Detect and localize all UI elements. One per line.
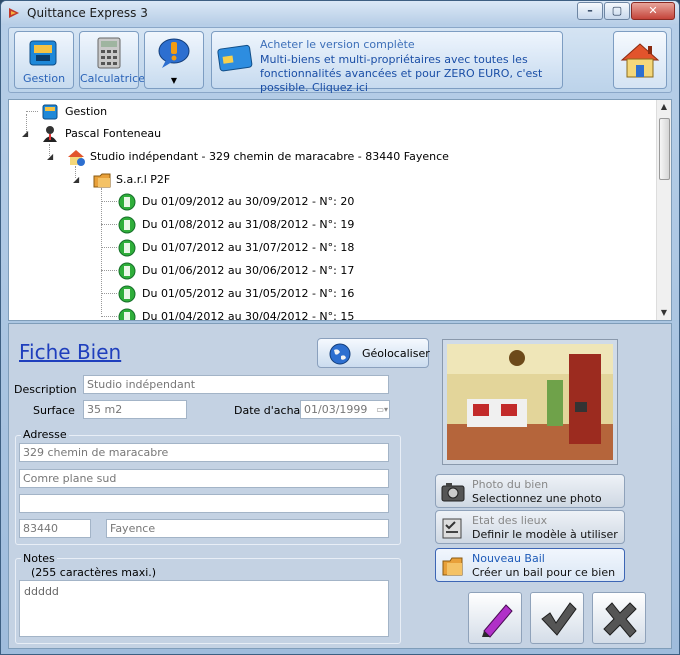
checkmark-icon [541, 602, 577, 636]
maximize-button[interactable]: ▢ [604, 2, 630, 20]
credit-card-icon [217, 44, 253, 72]
tree-label-owner: Pascal Fonteneau [65, 127, 162, 140]
date-value: 01/03/1999 [304, 403, 368, 416]
help-dropdown-button[interactable]: ▼ [144, 31, 204, 89]
tree-scrollbar[interactable]: ▲ ▼ [656, 100, 671, 320]
gestion-node-icon [42, 104, 58, 120]
surface-label: Surface [33, 404, 75, 417]
address-group-title: Adresse [21, 428, 69, 441]
calculatrice-button[interactable]: Calculatrice [79, 31, 146, 89]
description-label: Description [14, 383, 77, 396]
person-icon [43, 126, 57, 142]
receipt-icon [118, 216, 136, 234]
app-icon [9, 8, 19, 18]
address-line2-field[interactable]: Comre plane sud [19, 469, 389, 488]
etat-des-lieux-button[interactable]: Etat des lieux Definir le modèle à utili… [435, 510, 625, 544]
checklist-icon [442, 518, 462, 539]
geolocate-label: Géolocaliser [362, 347, 430, 360]
geolocate-button[interactable]: Géolocaliser [317, 338, 430, 368]
minimize-button[interactable]: – [577, 2, 603, 20]
notes-textarea[interactable]: ddddd [19, 580, 389, 637]
tree-label-receipt: Du 01/09/2012 au 30/09/2012 - N°: 20 [142, 195, 355, 208]
address-line3-field[interactable] [19, 494, 389, 513]
toolbar: Gestion Calculatrice ▼ Acheter le versio… [8, 27, 672, 94]
scroll-up-icon[interactable]: ▲ [659, 102, 669, 112]
description-field[interactable]: Studio indépendant [83, 375, 389, 394]
photo-button-title: Photo du bien [472, 478, 549, 491]
calculatrice-label: Calculatrice [80, 72, 146, 85]
expander-property[interactable]: ◢ [47, 152, 53, 161]
cancel-button[interactable] [592, 592, 646, 644]
scroll-thumb[interactable] [659, 118, 670, 180]
tree-label-tenant: S.a.r.l P2F [116, 173, 171, 186]
form-title: Fiche Bien [19, 340, 122, 364]
city-field[interactable]: Fayence [106, 519, 389, 538]
edit-button[interactable] [468, 592, 522, 644]
home-button[interactable] [613, 31, 667, 89]
property-house-icon [68, 150, 85, 166]
window-controls: – ▢ ✕ [576, 2, 675, 20]
promo-title: Acheter le version complète [260, 38, 415, 51]
gestion-label: Gestion [22, 72, 66, 85]
surface-field[interactable]: 35 m2 [83, 400, 187, 419]
bail-button-subtitle: Créer un bail pour ce bien [472, 566, 616, 579]
camera-icon [441, 483, 465, 502]
globe-icon [329, 343, 351, 365]
property-tree[interactable]: Gestion ◢ Pascal Fonteneau ◢ Studio indé… [8, 99, 672, 321]
tree-label-receipt: Du 01/05/2012 au 31/05/2012 - N°: 16 [142, 287, 355, 300]
gestion-icon [29, 40, 57, 66]
folder-icon [93, 173, 111, 188]
calendar-dropdown-icon[interactable]: ▭▾ [366, 402, 388, 417]
promo-banner[interactable]: Acheter le version complète Multi-biens … [211, 31, 563, 94]
zip-field[interactable]: 83440 [19, 519, 91, 538]
pencil-icon [482, 604, 513, 638]
receipt-icon [118, 262, 136, 280]
photo-button[interactable]: Photo du bien Selectionnez une photo [435, 474, 625, 508]
expander-tenant[interactable]: ◢ [73, 175, 79, 184]
tree-label-receipt: Du 01/08/2012 au 31/08/2012 - N°: 19 [142, 218, 355, 231]
bail-button-title: Nouveau Bail [472, 552, 545, 565]
calculator-icon [97, 37, 121, 69]
promo-text: Multi-biens et multi-propriétaires avec … [260, 53, 543, 94]
validate-button[interactable] [530, 592, 584, 644]
app-window: Quittance Express 3 – ▢ ✕ Gestion Calcul… [0, 0, 680, 655]
receipt-icon [118, 308, 136, 320]
receipt-icon [118, 285, 136, 303]
tree-label-property: Studio indépendant - 329 chemin de marac… [90, 150, 449, 163]
tree-label-receipt: Du 01/06/2012 au 30/06/2012 - N°: 17 [142, 264, 355, 277]
scroll-down-icon[interactable]: ▼ [659, 308, 669, 318]
house-icon [620, 43, 660, 78]
nouveau-bail-button[interactable]: Nouveau Bail Créer un bail pour ce bien [435, 548, 625, 582]
tree-label-gestion: Gestion [65, 105, 108, 118]
date-label: Date d'achat [234, 404, 305, 417]
property-photo [442, 339, 618, 465]
new-lease-folder-icon [442, 557, 463, 576]
close-button[interactable]: ✕ [631, 2, 675, 20]
room-photo-image [447, 344, 613, 460]
chevron-down-icon: ▼ [170, 76, 178, 85]
photo-button-subtitle: Selectionnez une photo [472, 492, 602, 505]
window-title: Quittance Express 3 [27, 6, 148, 20]
address-line1-field[interactable]: 329 chemin de maracabre [19, 443, 389, 462]
title-bar[interactable]: Quittance Express 3 – ▢ ✕ [1, 1, 679, 25]
tree-label-receipt: Du 01/04/2012 au 30/04/2012 - N°: 15 [142, 310, 355, 321]
gestion-button[interactable]: Gestion [14, 31, 74, 89]
notes-hint: (255 caractères maxi.) [31, 566, 157, 579]
cross-icon [603, 602, 637, 638]
property-form: Fiche Bien Géolocaliser Description Stud… [8, 323, 672, 649]
date-field[interactable]: 01/03/1999 ▭▾ [300, 400, 390, 419]
receipt-icon [118, 193, 136, 211]
receipt-icon [118, 239, 136, 257]
tree-label-receipt: Du 01/07/2012 au 31/07/2012 - N°: 18 [142, 241, 355, 254]
etat-button-title: Etat des lieux [472, 514, 548, 527]
expander-owner[interactable]: ◢ [22, 129, 28, 138]
notes-group-title: Notes [21, 552, 57, 565]
etat-button-subtitle: Definir le modèle à utiliser [472, 528, 618, 541]
help-bubble-icon [158, 38, 190, 68]
